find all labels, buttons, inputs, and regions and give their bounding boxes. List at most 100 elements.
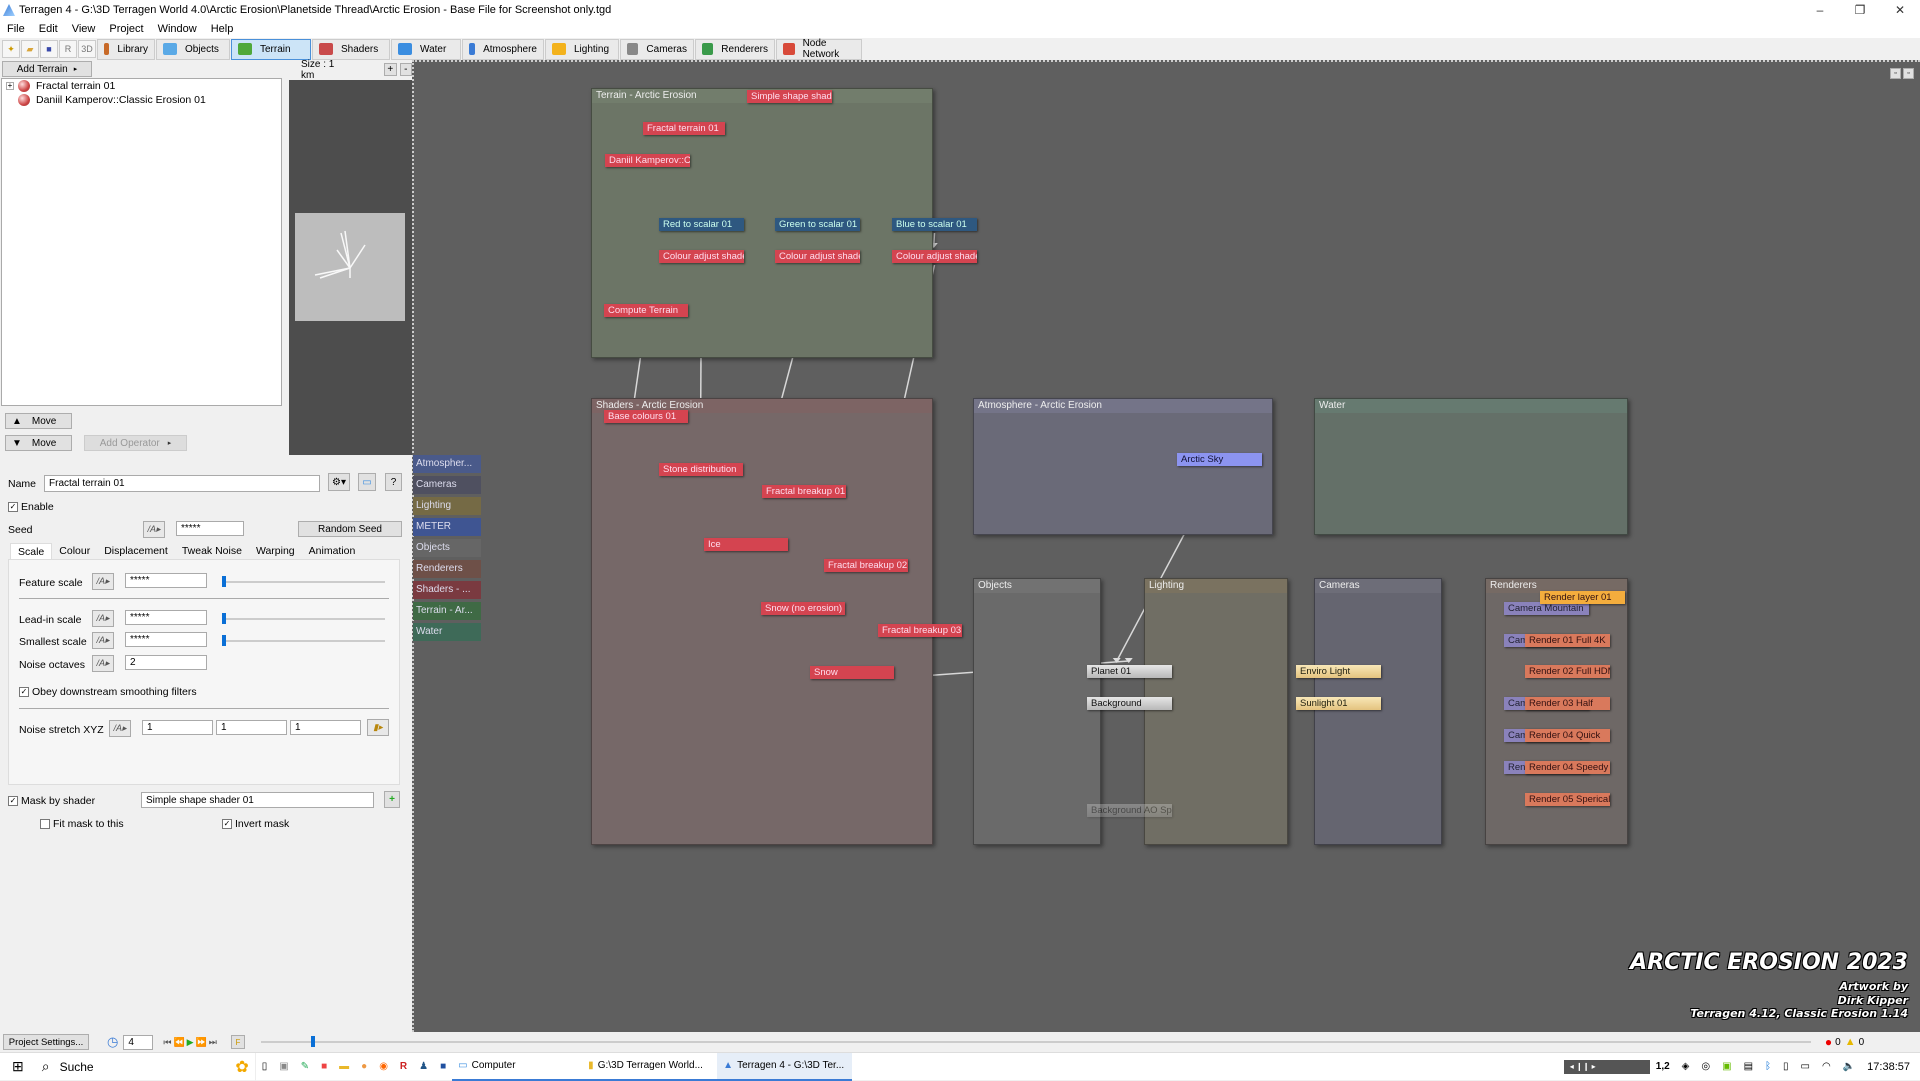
name-field[interactable]: Fractal terrain 01	[44, 475, 320, 492]
close-button[interactable]: ✕	[1880, 0, 1920, 20]
menu-help[interactable]: Help	[204, 23, 241, 35]
playback-controls[interactable]: ⏮⏪▶⏩⏭	[163, 1037, 219, 1048]
enable-checkbox[interactable]: ✓ Enable	[8, 501, 54, 513]
tab-atmosphere[interactable]: Atmosphere	[462, 38, 544, 60]
project-settings-button[interactable]: Project Settings...	[3, 1034, 89, 1050]
node-r3[interactable]: Render 03 Half	[1525, 697, 1610, 710]
terrain-tree[interactable]: + Fractal terrain 01 Daniil Kamperov::Cl…	[1, 78, 282, 406]
node-sd[interactable]: Stone distribution	[659, 463, 743, 476]
node-r1[interactable]: Render 01 Full 4K	[1525, 634, 1610, 647]
node-bc[interactable]: Base colours 01	[604, 410, 688, 423]
display-icon[interactable]: ▭	[358, 473, 376, 491]
group-list-item[interactable]: Renderers	[413, 560, 481, 578]
lead-in-scale-slider[interactable]	[222, 618, 385, 620]
lead-in-scale-field[interactable]: *****	[125, 610, 207, 625]
tab-library[interactable]: Library	[97, 38, 155, 60]
node-r4s[interactable]: Render 04 Speedy	[1525, 761, 1610, 774]
group-list-item[interactable]: Shaders - ...	[413, 581, 481, 599]
mask-by-shader-checkbox[interactable]: ✓ Mask by shader	[8, 795, 95, 807]
node-fb1[interactable]: Fractal breakup 01	[762, 485, 846, 498]
gear-icon[interactable]: ⚙▾	[328, 473, 350, 491]
windows-start-icon[interactable]: ⊞	[0, 1053, 36, 1081]
seed-field[interactable]: *****	[176, 521, 244, 536]
node-ca1[interactable]: Colour adjust shader 01	[659, 250, 744, 263]
random-seed-button[interactable]: Random Seed	[298, 521, 402, 537]
tab-animation[interactable]: Animation	[302, 543, 363, 559]
add-operator-button[interactable]: Add Operator ▸	[84, 435, 187, 451]
tray-icon[interactable]: ◈	[1676, 1053, 1696, 1081]
taskbar-app-icon[interactable]: ■	[315, 1053, 333, 1081]
tab-lighting[interactable]: Lighting	[545, 38, 619, 60]
taskbar-app-icon[interactable]: ▣	[273, 1053, 294, 1081]
node-bg[interactable]: Background	[1087, 697, 1172, 710]
add-shader-icon[interactable]: +	[384, 791, 400, 808]
move-up-button[interactable]: ▲ Move	[5, 413, 72, 429]
node-ice[interactable]: Ice	[704, 538, 788, 551]
wifi-icon[interactable]: ◠	[1816, 1053, 1837, 1081]
save-icon[interactable]: ■	[40, 40, 58, 58]
node-dk[interactable]: Daniil Kamperov::Clas.	[605, 154, 690, 167]
group-objects[interactable]: Objects	[973, 578, 1101, 845]
slider-handle[interactable]	[222, 576, 226, 587]
nvidia-icon[interactable]: ▣	[1716, 1053, 1737, 1081]
group-atmo[interactable]: Atmosphere - Arctic Erosion	[973, 398, 1273, 535]
media-player-widget[interactable]: ◂ ❙❙ ▸	[1563, 1059, 1650, 1074]
firefox-icon[interactable]: ◉	[373, 1053, 394, 1081]
group-shaders[interactable]: Shaders - Arctic Erosion	[591, 398, 933, 845]
taskbar-item-terragen[interactable]: ▲ Terragen 4 - G:\3D Ter...	[717, 1052, 853, 1081]
file-explorer-icon[interactable]: ▬	[333, 1053, 355, 1081]
tab-warping[interactable]: Warping	[249, 543, 302, 559]
error-icon[interactable]: ●	[1825, 1035, 1832, 1049]
frame-field[interactable]: 4	[123, 1034, 154, 1050]
node-rs[interactable]: Red to scalar 01	[659, 218, 744, 231]
tab-terrain[interactable]: Terrain	[231, 38, 311, 60]
photoshop-icon[interactable]: ■	[434, 1053, 452, 1081]
taskbar-app-icon[interactable]: R	[394, 1053, 413, 1081]
function-icon[interactable]: /A▸	[92, 573, 114, 590]
function-icon[interactable]: /A▸	[143, 521, 165, 538]
tray-icon[interactable]: ◎	[1695, 1053, 1716, 1081]
minimize-button[interactable]: –	[1800, 0, 1840, 20]
paste-icon[interactable]: ▮▸	[367, 719, 389, 736]
mask-shader-field[interactable]: Simple shape shader 01	[141, 792, 374, 808]
node-bs[interactable]: Blue to scalar 01	[892, 218, 977, 231]
task-view-icon[interactable]: ▯	[256, 1053, 274, 1081]
tab-shaders[interactable]: Shaders	[312, 38, 390, 60]
node-env[interactable]: Enviro Light	[1296, 665, 1381, 678]
play-icon[interactable]: ▶	[187, 1037, 196, 1047]
canvas-restore-icon[interactable]: ▫	[1890, 68, 1901, 79]
clock-icon[interactable]: ◷	[107, 1034, 118, 1050]
tab-scale[interactable]: Scale	[10, 543, 53, 559]
tab-renderers[interactable]: Renderers	[695, 38, 775, 60]
taskbar-app-icon[interactable]: ●	[355, 1053, 373, 1081]
menu-edit[interactable]: Edit	[32, 23, 65, 35]
zoom-out-button[interactable]: -	[399, 63, 412, 76]
node-r4[interactable]: Render 04 Quick	[1525, 729, 1610, 742]
stretch-x-field[interactable]: 1	[142, 720, 213, 735]
taskbar-item-computer[interactable]: ▭ Computer	[452, 1053, 583, 1081]
smallest-scale-field[interactable]: *****	[125, 632, 207, 647]
node-fb2[interactable]: Fractal breakup 02	[824, 559, 908, 572]
new-file-icon[interactable]: ✦	[2, 40, 20, 58]
volume-icon[interactable]: 🔈	[1837, 1053, 1861, 1081]
noise-octaves-field[interactable]: 2	[125, 655, 207, 670]
timeline-slider[interactable]	[260, 1036, 1811, 1047]
obey-smoothing-checkbox[interactable]: ✓ Obey downstream smoothing filters	[19, 686, 197, 698]
node-r5[interactable]: Render 05 Sperical	[1525, 793, 1610, 806]
feature-scale-field[interactable]: *****	[125, 573, 207, 588]
node-network-canvas[interactable]: Terrain - Arctic Erosion Shaders - Arctic…	[412, 60, 1920, 1032]
node-sss[interactable]: Simple shape shader 01	[747, 90, 832, 103]
stretch-z-field[interactable]: 1	[290, 720, 361, 735]
function-icon[interactable]: /A▸	[92, 610, 114, 627]
node-ca3[interactable]: Colour adjust shader 03	[892, 250, 977, 263]
group-list-item[interactable]: Lighting	[413, 497, 481, 515]
open-folder-icon[interactable]: ▰	[21, 40, 39, 58]
maximize-button[interactable]: ❐	[1840, 0, 1880, 20]
node-sun[interactable]: Sunlight 01	[1296, 697, 1381, 710]
zoom-in-button[interactable]: +	[384, 63, 397, 76]
3d-preview-icon[interactable]: 3D	[78, 40, 96, 58]
fit-mask-checkbox[interactable]: Fit mask to this	[40, 818, 124, 830]
move-down-button[interactable]: ▼ Move	[5, 435, 72, 451]
invert-mask-checkbox[interactable]: ✓ Invert mask	[222, 818, 289, 830]
menu-view[interactable]: View	[65, 23, 103, 35]
